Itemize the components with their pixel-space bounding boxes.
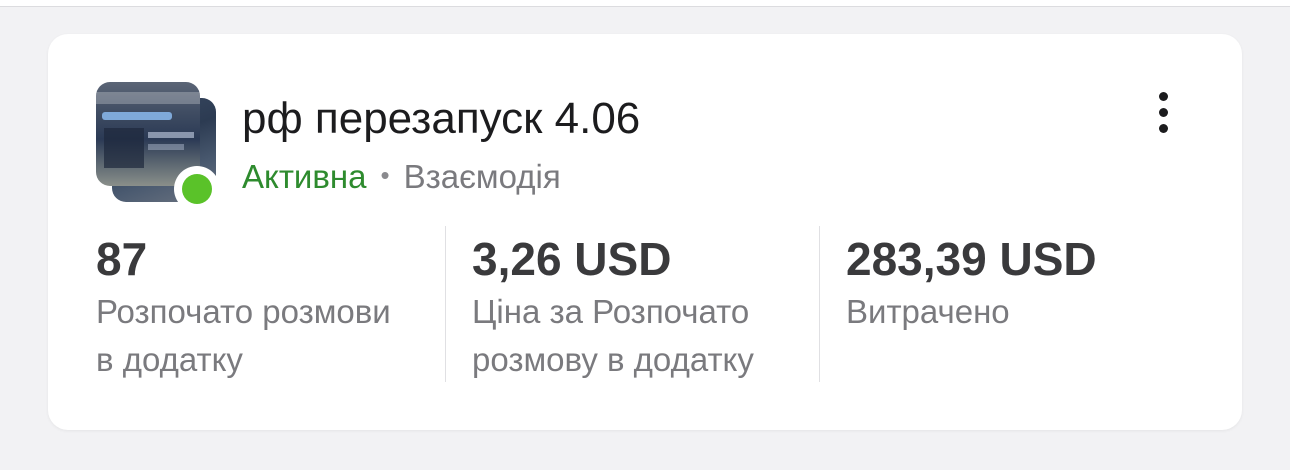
campaign-card[interactable]: рф перезапуск 4.06 Активна • Взаємодія 87 … xyxy=(48,34,1242,430)
metric-value: 283,39 USD xyxy=(846,233,1097,285)
separator-dot: • xyxy=(380,160,390,190)
more-options-button[interactable] xyxy=(1146,90,1182,136)
campaign-title[interactable]: рф перезапуск 4.06 xyxy=(242,94,640,144)
metric-value: 87 xyxy=(96,233,148,285)
metric-label-line2: розмову в додатку xyxy=(472,341,754,378)
campaign-subline: Активна • Взаємодія xyxy=(242,158,561,196)
metric-value: 3,26 USD xyxy=(472,233,672,285)
more-vertical-icon-dot-top xyxy=(1159,92,1168,101)
metric-label-line1: Розпочато розмови xyxy=(96,293,391,330)
metric-conversations-started: 87 Розпочато розмови в додатку xyxy=(96,232,446,388)
metric-amount-spent: 283,39 USD Витрачено xyxy=(846,232,1196,388)
campaign-thumbnail xyxy=(96,82,220,212)
metric-cost-per-conversation: 3,26 USD Ціна за Розпочато розмову в дод… xyxy=(472,232,822,388)
campaign-type-label: Взаємодія xyxy=(403,158,561,195)
metric-divider xyxy=(819,226,820,382)
metric-label-line2: в додатку xyxy=(96,341,243,378)
metric-label-line1: Ціна за Розпочато xyxy=(472,293,750,330)
status-dot-icon xyxy=(182,174,212,204)
top-divider xyxy=(0,0,1290,7)
more-vertical-icon-dot-bottom xyxy=(1159,124,1168,133)
metric-label-line1: Витрачено xyxy=(846,293,1010,330)
metric-divider xyxy=(445,226,446,382)
status-label: Активна xyxy=(242,158,367,195)
more-vertical-icon-dot-middle xyxy=(1159,108,1168,117)
